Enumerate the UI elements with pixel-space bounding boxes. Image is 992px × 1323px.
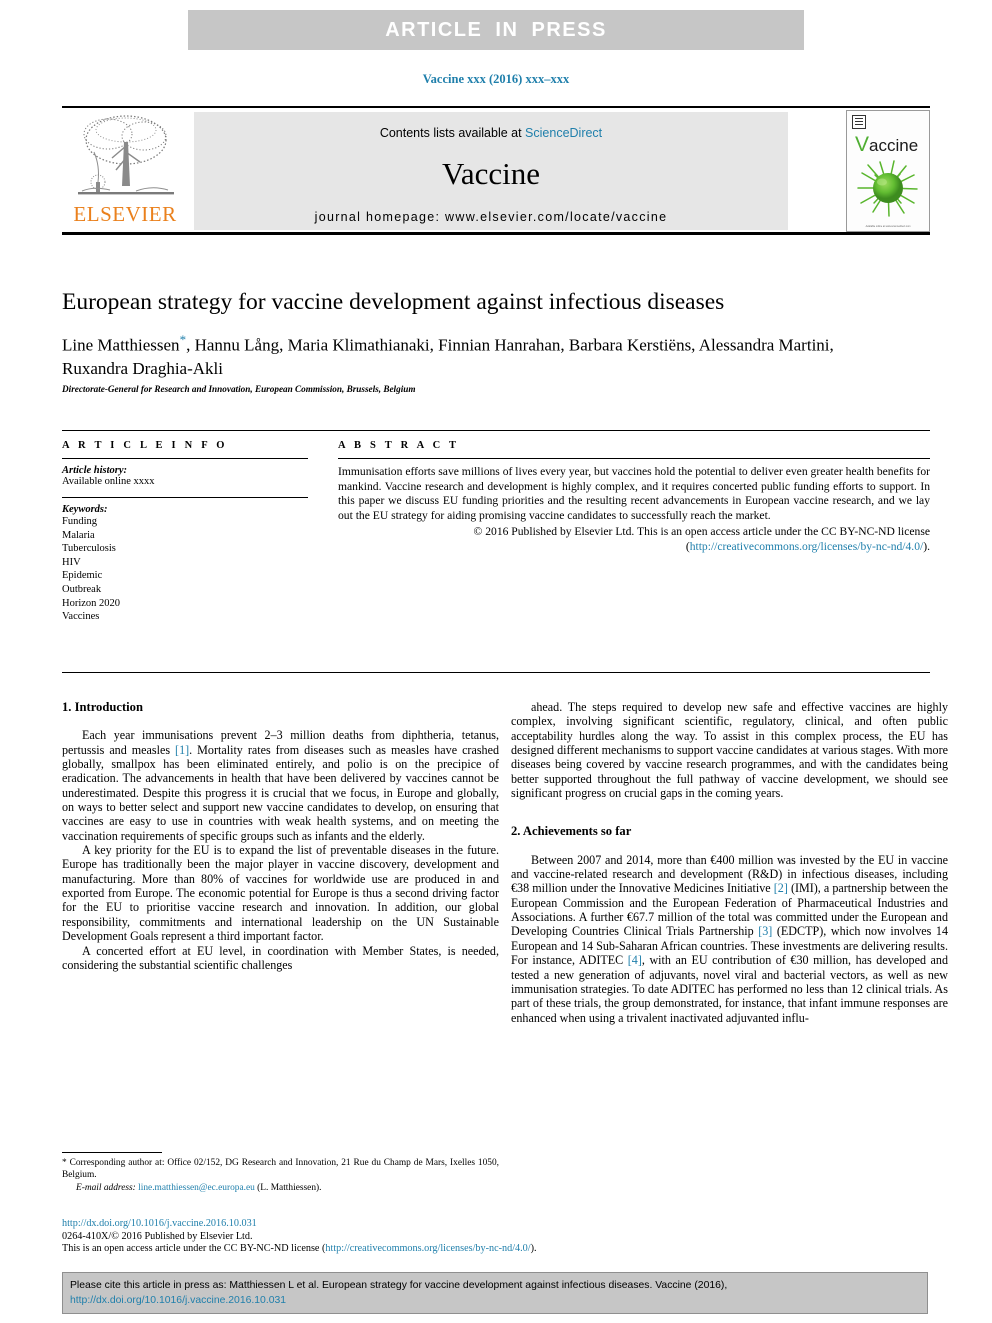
keyword-item: Tuberculosis (62, 543, 116, 555)
keywords-block: Keywords: Funding Malaria Tuberculosis H… (62, 497, 308, 624)
article-info-heading: A R T I C L E I N F O (62, 440, 228, 451)
keyword-item: Malaria (62, 529, 95, 541)
article-in-press-banner: ARTICLE IN PRESS (188, 10, 804, 50)
body-column-right: ahead. The steps required to develop new… (511, 700, 948, 1025)
masthead-bottom-rule (62, 232, 930, 235)
citation-ref-3[interactable]: [3] (758, 924, 772, 938)
keywords-divider (62, 497, 308, 498)
author-list: Line Matthiessen*, Hannu Lång, Maria Kli… (62, 328, 862, 380)
email-owner: (L. Matthiessen). (257, 1183, 322, 1194)
contents-list-line: Contents lists available at ScienceDirec… (194, 112, 788, 140)
license-prefix: This is an open access article under the… (62, 1243, 326, 1255)
paragraph: Between 2007 and 2014, more than €400 mi… (511, 853, 948, 1025)
cover-title-initial: V (855, 133, 870, 156)
article-in-press-label: ARTICLE IN PRESS (385, 18, 607, 41)
keywords-label: Keywords: (62, 504, 108, 515)
journal-masthead: ELSEVIER Contents lists available at Sci… (62, 106, 930, 235)
abstract-column: A B S T R A C T Immunisation efforts sav… (338, 440, 930, 555)
page-title: European strategy for vaccine developmen… (62, 289, 725, 315)
masthead-center-panel: Contents lists available at ScienceDirec… (194, 112, 788, 230)
journal-cover-thumbnail: Vaccine Available online at www.scienced… (846, 110, 930, 232)
license-link[interactable]: http://creativecommons.org/licenses/by-n… (325, 1243, 530, 1254)
body-column-left: 1. Introduction Each year immunisations … (62, 700, 499, 972)
abstract-text: Immunisation efforts save millions of li… (338, 465, 930, 522)
keyword-item: Horizon 2020 (62, 597, 121, 609)
abstract-heading: A B S T R A C T (338, 440, 460, 451)
citation-prefix: Please cite this article in press as: Ma… (70, 1280, 728, 1291)
abstract-copyright: © 2016 Published by Elsevier Ltd. This i… (338, 525, 930, 554)
abstract-divider (338, 458, 930, 459)
masthead-top-rule (62, 106, 930, 108)
footnote-rule (62, 1152, 162, 1153)
contents-prefix: Contents lists available at (379, 126, 526, 140)
citation-ref-4[interactable]: [4] (628, 953, 642, 967)
corresponding-author-text: Corresponding author at: Office 02/152, … (62, 1158, 499, 1180)
keyword-item: Outbreak (62, 583, 102, 595)
citation-text: Please cite this article in press as: Ma… (63, 1273, 927, 1308)
doi-link[interactable]: http://dx.doi.org/10.1016/j.vaccine.2016… (62, 1218, 702, 1231)
cover-title-rest: accine (869, 136, 919, 155)
elsevier-tree-icon (78, 115, 174, 195)
affiliation: Directorate-General for Research and Inn… (62, 384, 416, 394)
copyright-suffix: ). (923, 539, 930, 553)
article-info-column: A R T I C L E I N F O Article history: A… (62, 440, 308, 624)
paragraph: A concerted effort at EU level, in coord… (62, 943, 499, 972)
license-line: This is an open access article under the… (62, 1243, 702, 1256)
email-link[interactable]: line.matthiessen@ec.europa.eu (138, 1183, 255, 1193)
panel-bottom-rule (62, 672, 930, 673)
sciencedirect-link[interactable]: ScienceDirect (525, 126, 602, 140)
panel-top-rule (62, 430, 930, 431)
virus-illustration-icon (857, 160, 918, 217)
journal-homepage-line[interactable]: journal homepage: www.elsevier.com/locat… (194, 210, 788, 224)
keyword-item: Vaccines (62, 611, 100, 623)
paragraph: A key priority for the EU is to expand t… (62, 843, 499, 944)
cc-license-link[interactable]: http://creativecommons.org/licenses/by-n… (690, 540, 924, 553)
license-suffix: ). (530, 1243, 537, 1255)
citation-doi-link[interactable]: http://dx.doi.org/10.1016/j.vaccine.2016… (70, 1295, 286, 1306)
cover-publisher-icon (852, 115, 866, 129)
cover-title: Vaccine (855, 133, 918, 157)
article-history-value: Available online xxxx (62, 476, 155, 487)
paragraph: ahead. The steps required to develop new… (511, 700, 948, 801)
publication-block: http://dx.doi.org/10.1016/j.vaccine.2016… (62, 1218, 702, 1256)
email-note: E-mail address: line.matthiessen@ec.euro… (62, 1183, 499, 1195)
citation-ref-1[interactable]: [1] (175, 743, 189, 757)
keyword-item: HIV (62, 556, 81, 568)
footnote-block: * Corresponding author at: Office 02/152… (62, 1158, 499, 1195)
paragraph: Each year immunisations prevent 2–3 mill… (62, 728, 499, 843)
email-label: E-mail address: (76, 1183, 136, 1194)
section-heading-achievements: 2. Achievements so far (511, 824, 632, 839)
issn-copyright-line: 0264-410X/© 2016 Published by Elsevier L… (62, 1230, 253, 1242)
cover-caption: Available online at www.sciencedirect.co… (865, 225, 911, 228)
corresponding-author-note: * Corresponding author at: Office 02/152… (62, 1158, 499, 1181)
article-info-divider (62, 458, 308, 459)
citation-footer-box: Please cite this article in press as: Ma… (62, 1272, 928, 1314)
elsevier-wordmark: ELSEVIER (73, 202, 177, 226)
keyword-item: Epidemic (62, 570, 103, 582)
keyword-item: Funding (62, 516, 98, 527)
citation-ref-2[interactable]: [2] (774, 881, 788, 895)
journal-reference: Vaccine xxx (2016) xxx–xxx (422, 72, 570, 86)
section-heading-introduction: 1. Introduction (62, 700, 143, 714)
article-history-label: Article history: (62, 465, 128, 476)
journal-title: Vaccine (441, 156, 541, 191)
first-author: Line Matthiessen (62, 335, 180, 355)
paragraph-text: . Mortality rates from diseases such as … (62, 742, 499, 843)
elsevier-logo: ELSEVIER (64, 112, 186, 230)
